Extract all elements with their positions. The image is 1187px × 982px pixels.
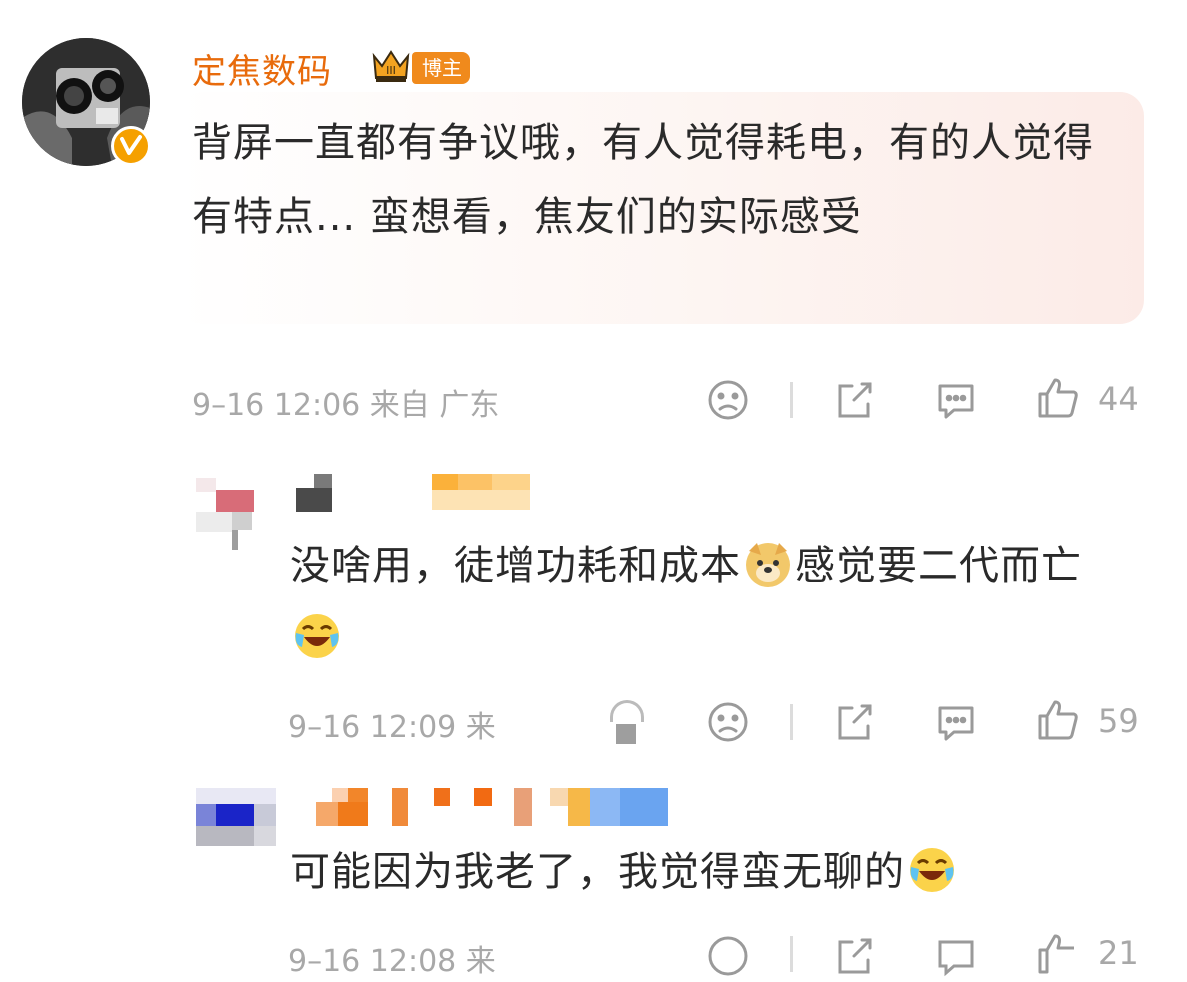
reply-username[interactable] <box>296 788 676 830</box>
masked-region <box>480 904 690 940</box>
share-icon[interactable] <box>832 934 876 978</box>
blogger-badge: 博主 <box>412 52 470 84</box>
reply-meta: 9–16 12:08 来 <box>288 944 496 979</box>
reply-text: 可能因为我老了，我觉得蛮无聊的 <box>290 836 1130 908</box>
doge-icon <box>743 539 793 589</box>
laugh-cry-icon <box>907 845 957 895</box>
comment-text: 背屏一直都有争议哦，有人觉得耗电，有的人觉得有特点... 蛮想看，焦友们的实际感… <box>192 120 1094 240</box>
dislike-face-icon[interactable] <box>706 934 750 978</box>
masked-icon <box>606 700 650 746</box>
dislike-face-icon[interactable] <box>706 700 750 744</box>
comment-icon[interactable] <box>934 934 978 978</box>
like-count: 21 <box>1098 934 1139 972</box>
reply-text: 没啥用，徒增功耗和成本 感觉要二代而亡 <box>290 530 1130 674</box>
avatar[interactable] <box>196 478 260 554</box>
reply-username[interactable] <box>296 474 536 514</box>
divider <box>790 704 793 740</box>
verified-icon <box>111 126 151 166</box>
comment-icon[interactable] <box>934 700 978 744</box>
share-icon[interactable] <box>832 700 876 744</box>
like-icon[interactable] <box>1036 376 1080 420</box>
avatar[interactable] <box>196 788 276 848</box>
like-icon[interactable] <box>1036 932 1080 976</box>
svg-text:III: III <box>386 64 396 77</box>
like-icon[interactable] <box>1036 698 1080 742</box>
comment-meta: 9–16 12:06 来自 广东 <box>192 388 500 423</box>
dislike-face-icon[interactable] <box>706 378 750 422</box>
crown-icon: III <box>370 44 412 86</box>
divider <box>790 382 793 418</box>
divider <box>790 936 793 972</box>
like-count: 44 <box>1098 380 1139 418</box>
share-icon[interactable] <box>832 378 876 422</box>
like-count: 59 <box>1098 702 1139 740</box>
reply-meta: 9–16 12:09 来 <box>288 710 496 745</box>
laugh-cry-icon <box>292 611 342 661</box>
username[interactable]: 定焦数码 <box>192 44 332 93</box>
comment-icon[interactable] <box>934 378 978 422</box>
